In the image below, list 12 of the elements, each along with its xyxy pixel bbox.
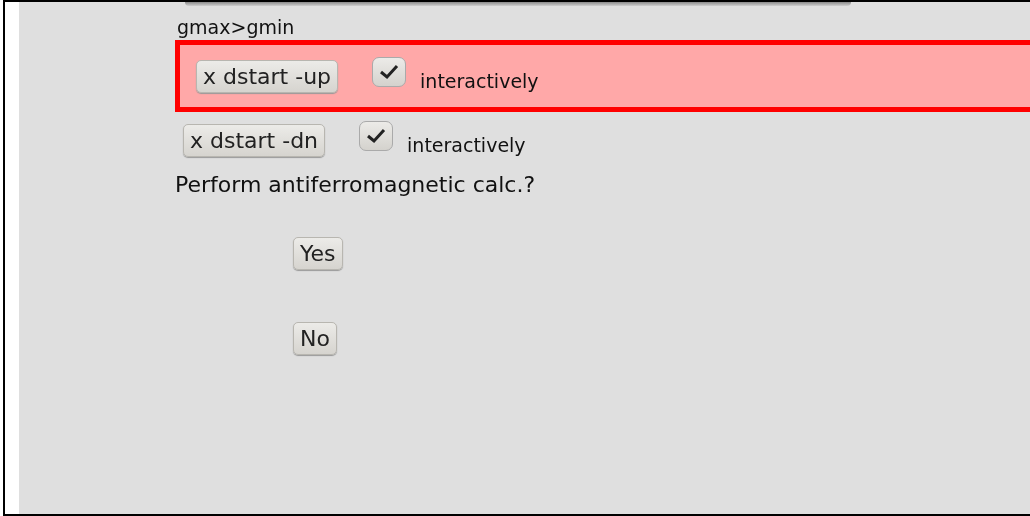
answer-button[interactable]: No [293, 322, 337, 355]
toggle-button[interactable]: x dstart -up [196, 59, 339, 93]
answer-button[interactable]: Yes [293, 237, 343, 270]
checkbox-label: interactively [420, 70, 539, 92]
question-text: Perform antiferromagnetic calc.? [175, 172, 537, 197]
checkbox[interactable] [372, 57, 407, 87]
condition-label: gmax>gmin [177, 16, 296, 38]
checkbox[interactable] [359, 121, 394, 151]
check-icon [379, 64, 400, 80]
toggle-button[interactable]: x dstart -dn [183, 123, 326, 157]
check-icon [366, 128, 387, 144]
checkbox-label: interactively [407, 134, 526, 156]
